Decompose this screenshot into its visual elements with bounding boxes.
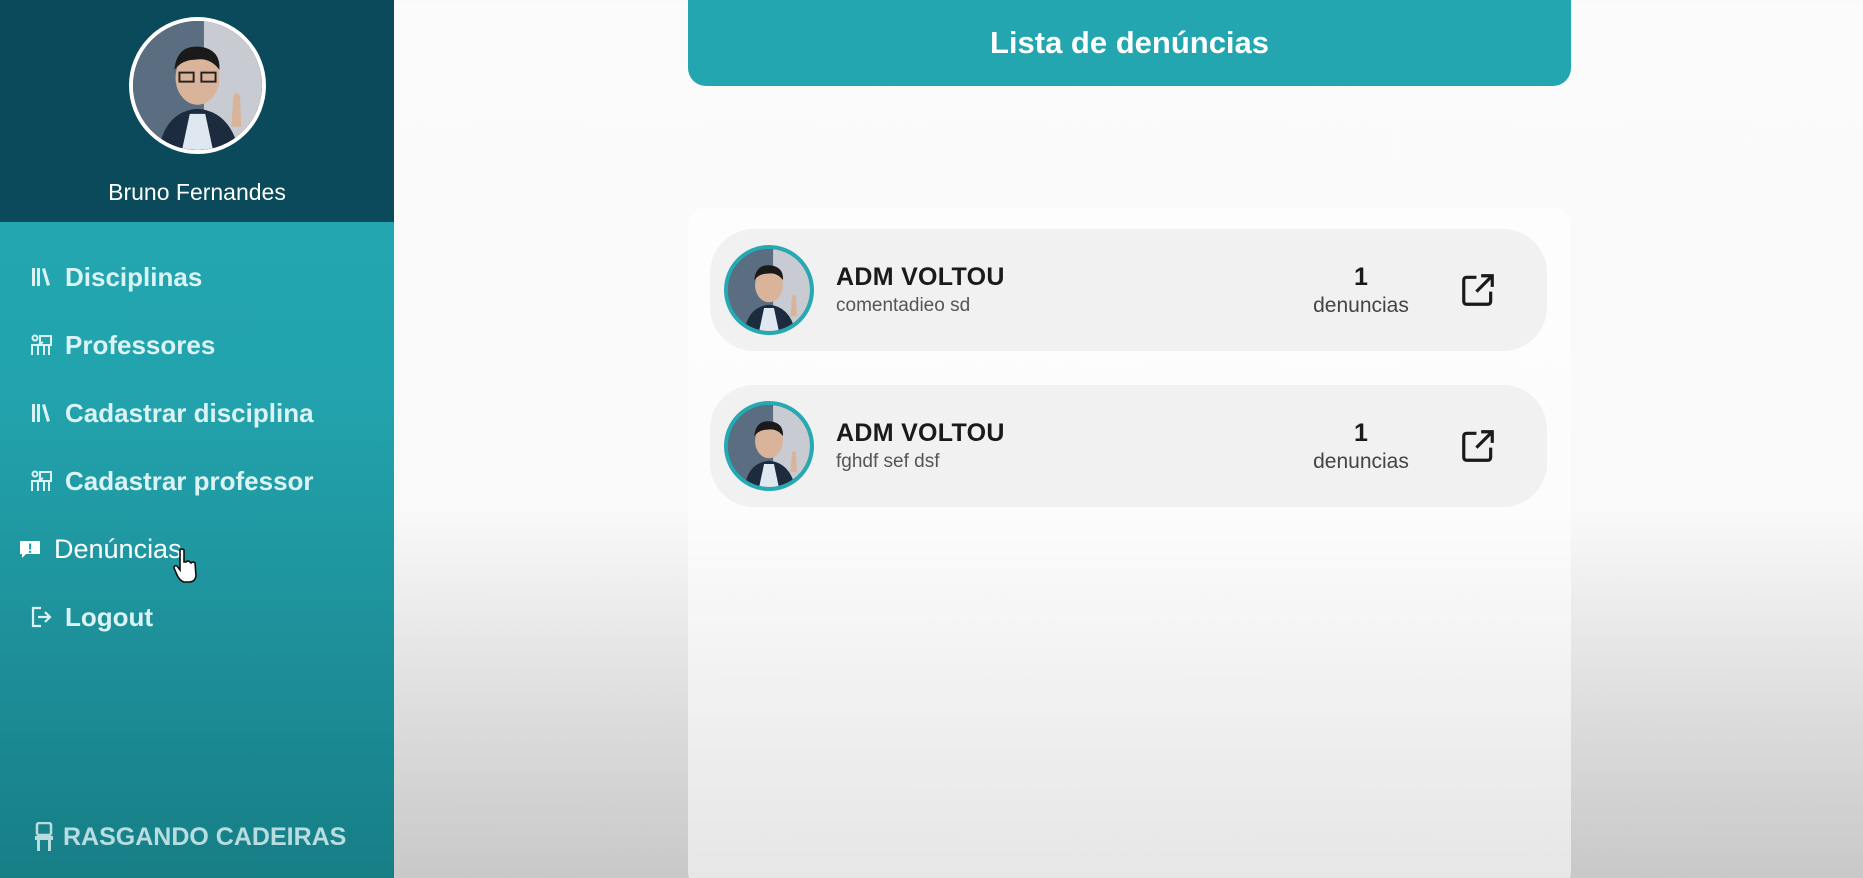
books-icon [28,264,54,290]
report-info: ADM VOLTOU fghdf sef dsf [836,419,1291,473]
report-info: ADM VOLTOU comentadieo sd [836,263,1291,317]
report-title: ADM VOLTOU [836,263,1005,291]
sidebar-item-logout[interactable]: Logout [0,583,394,651]
sidebar-nav: Disciplinas Professores Cadastrar discip… [0,222,394,651]
open-report-button[interactable] [1457,425,1499,467]
reports-panel: ADM VOLTOU comentadieo sd 1 denuncias AD… [688,208,1571,878]
page-title: Lista de denúncias [688,0,1571,86]
report-title: ADM VOLTOU [836,419,1005,447]
external-link-icon [1462,274,1494,306]
avatar [724,401,814,491]
report-icon [17,536,43,562]
sidebar-item-label: Denúncias [54,533,182,564]
avatar [128,17,266,154]
report-count: 1 denuncias [1291,419,1431,474]
report-count-label: denuncias [1313,449,1409,473]
report-comment: fghdf sef dsf [836,451,940,472]
teacher-board-icon [28,332,54,358]
report-count-value: 1 [1354,262,1368,291]
list-item[interactable]: ADM VOLTOU fghdf sef dsf 1 denuncias [710,385,1547,507]
brand-name: RASGANDO CADEIRAS [63,822,347,851]
profile-section: Bruno Fernandes [0,0,394,222]
open-report-button[interactable] [1457,269,1499,311]
sidebar-item-label: Cadastrar disciplina [65,397,314,428]
sidebar-item-disciplinas[interactable]: Disciplinas [0,243,394,311]
hand-cursor-icon [173,548,197,583]
avatar [724,245,814,335]
books-icon [28,400,54,426]
report-count: 1 denuncias [1291,263,1431,318]
teacher-board-icon [28,468,54,494]
report-count-value: 1 [1354,418,1368,447]
sidebar-item-label: Disciplinas [65,261,203,292]
logout-icon [28,604,54,630]
brand-logo: RASGANDO CADEIRAS [33,822,346,852]
list-item[interactable]: ADM VOLTOU comentadieo sd 1 denuncias [710,229,1547,351]
report-count-label: denuncias [1313,293,1409,317]
sidebar-item-cadastrar-professor[interactable]: Cadastrar professor [0,447,394,515]
sidebar-item-label: Cadastrar professor [65,465,314,496]
sidebar-item-label: Logout [65,601,154,632]
report-comment: comentadieo sd [836,295,971,316]
external-link-icon [1462,430,1494,462]
sidebar-item-professores[interactable]: Professores [0,311,394,379]
sidebar: Bruno Fernandes Disciplinas Professores … [0,0,394,878]
user-name: Bruno Fernandes [108,179,286,205]
sidebar-item-cadastrar-disciplina[interactable]: Cadastrar disciplina [0,379,394,447]
sidebar-item-label: Professores [65,329,216,360]
chair-icon [35,822,53,851]
